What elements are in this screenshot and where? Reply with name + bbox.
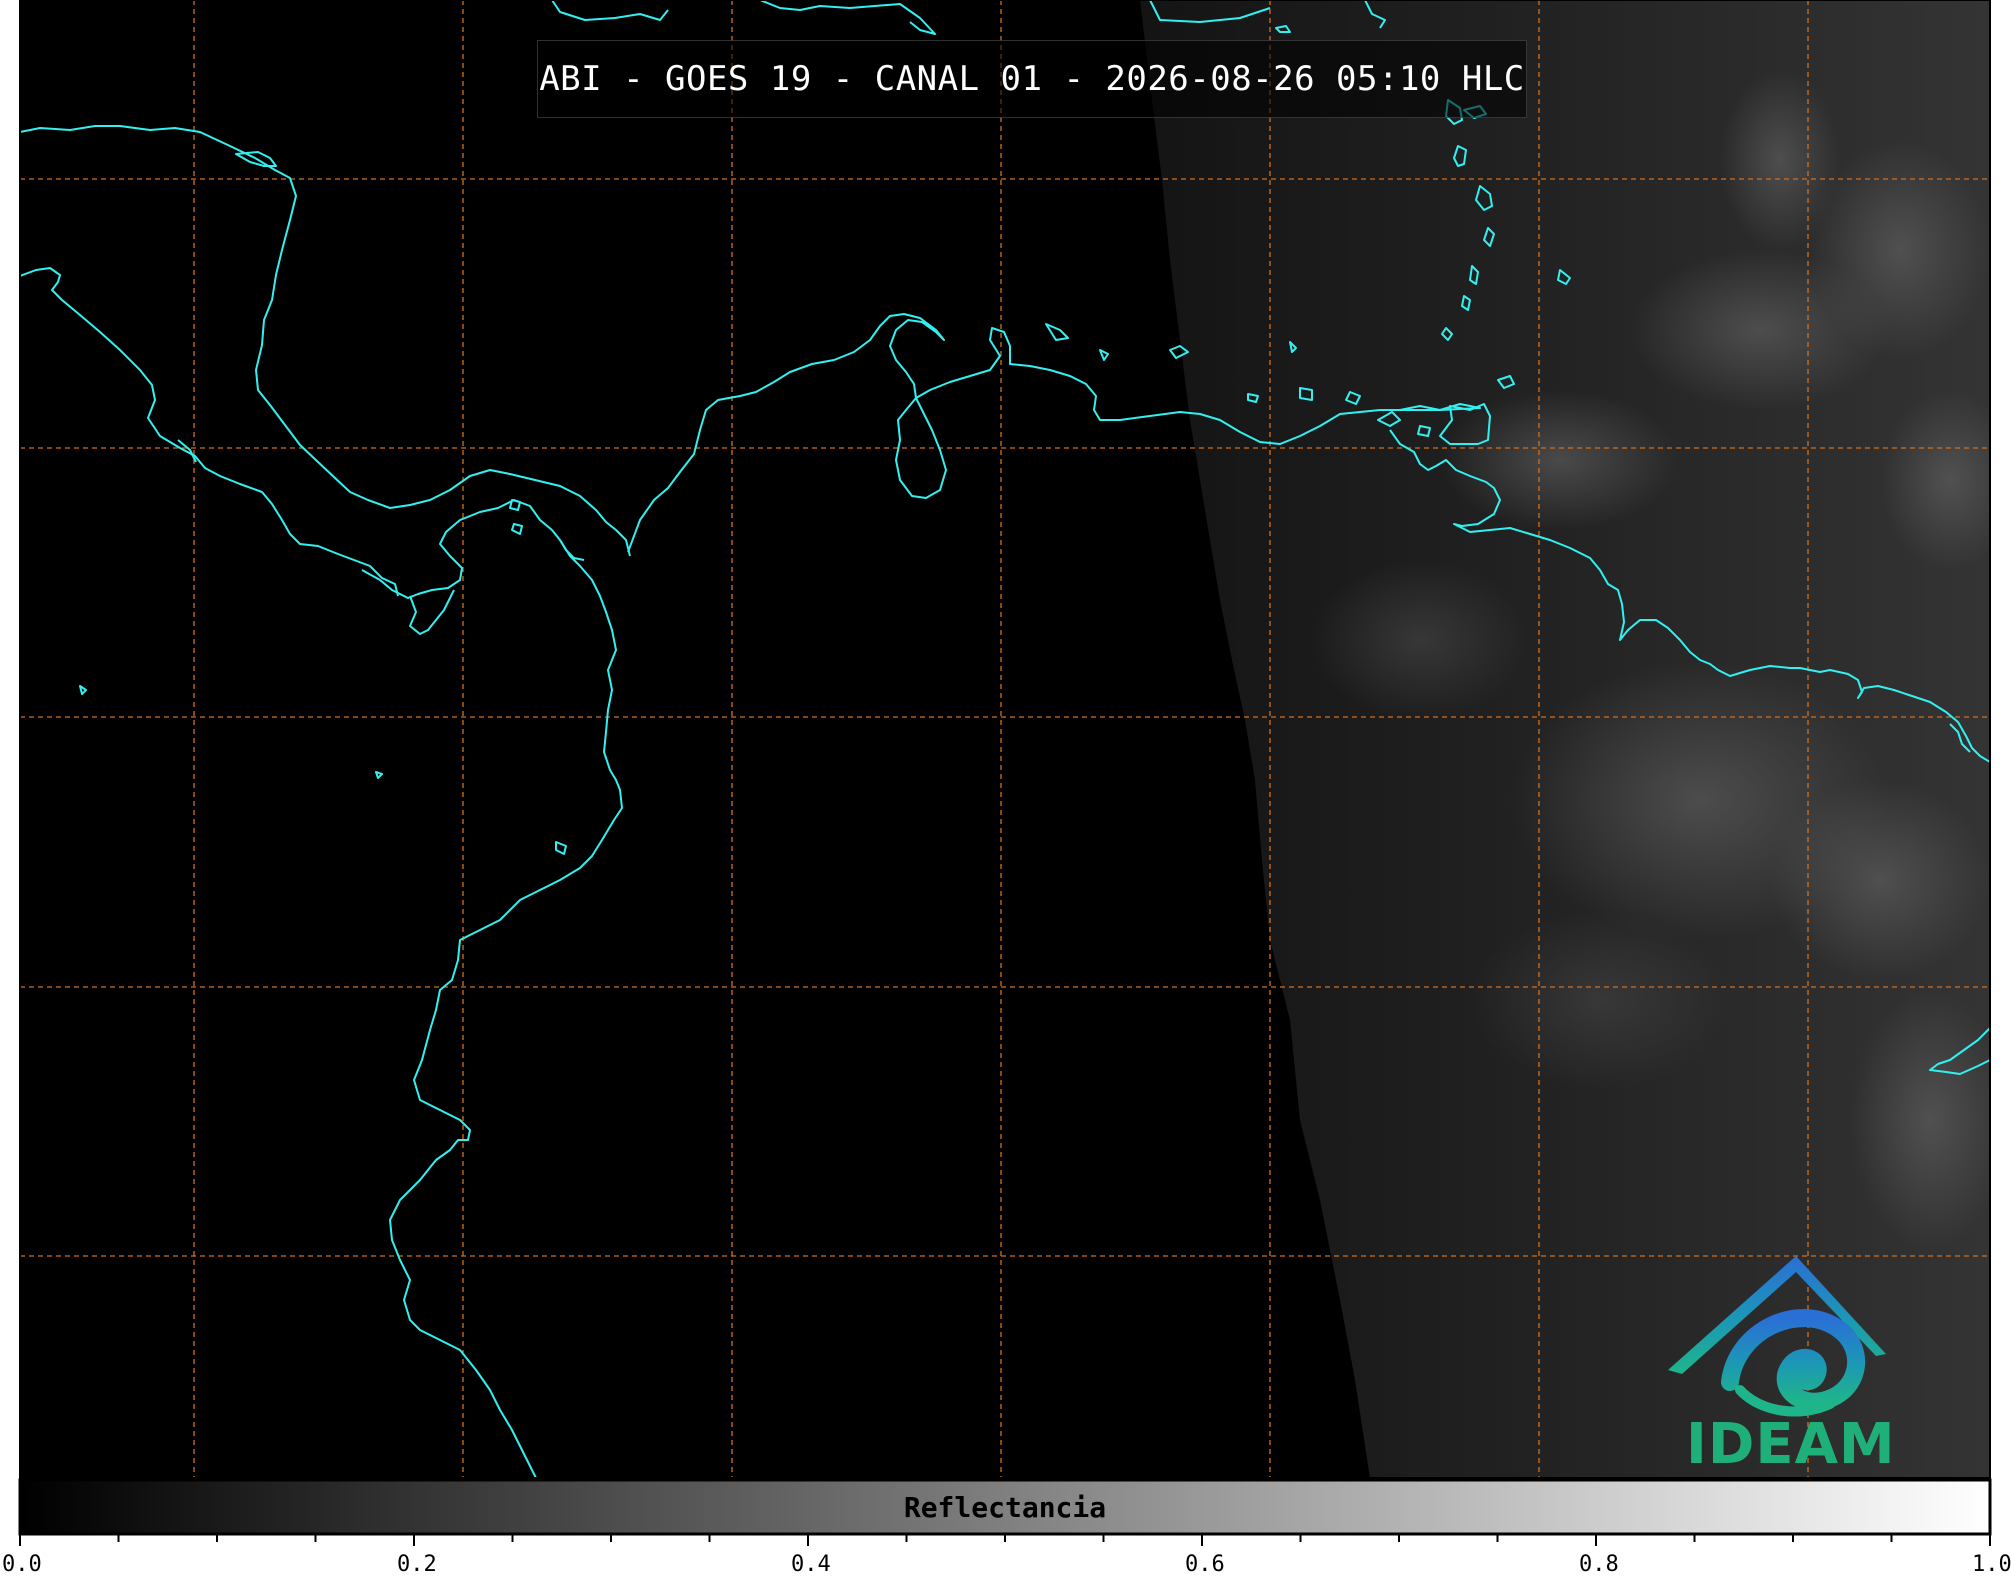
map-title: ABI - GOES 19 - CANAL 01 - 2026-08-26 05… [539, 59, 1525, 99]
colorbar [18, 1478, 1992, 1546]
map-area [20, 0, 1990, 1478]
title-box: ABI - GOES 19 - CANAL 01 - 2026-08-26 05… [537, 40, 1527, 118]
colorbar-tick-label: 0.8 [1579, 1552, 1619, 1577]
colorbar-tick-label: 0.0 [2, 1552, 42, 1577]
colorbar-ticks [19, 1534, 1991, 1546]
satellite-image [18, 0, 1992, 1546]
colorbar-tick-label: 0.2 [397, 1552, 437, 1577]
satellite-map-view: ABI - GOES 19 - CANAL 01 - 2026-08-26 05… [0, 0, 2011, 1577]
ideam-logo-text: IDEAM [1686, 1412, 1896, 1477]
colorbar-gradient [20, 1480, 1990, 1534]
colorbar-tick-label: 0.4 [791, 1552, 831, 1577]
colorbar-tick-label: 1.0 [1972, 1552, 2011, 1577]
colorbar-tick-label: 0.6 [1185, 1552, 1225, 1577]
